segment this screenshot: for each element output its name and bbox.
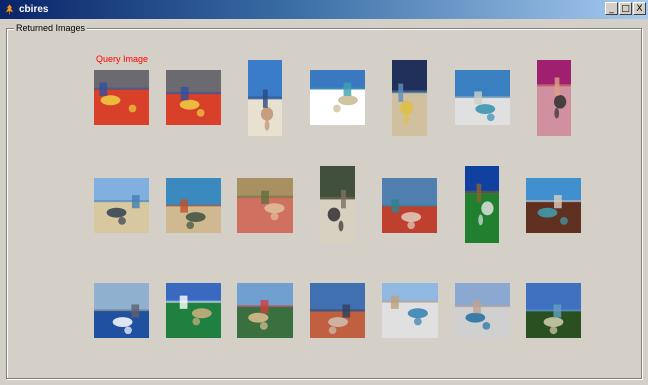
query-image-label: Query Image [95,54,149,64]
beach-kite-image[interactable] [237,283,293,338]
minimize-button[interactable]: _ [605,2,618,15]
beach-clouds-image[interactable] [310,70,365,125]
panel-label: Returned Images [14,22,88,34]
woman-on-sand-image[interactable] [237,178,293,233]
maximize-button[interactable]: □ [619,2,632,15]
market-stall-image[interactable] [166,70,221,125]
coastal-town-image[interactable] [382,178,437,233]
beach-huts-image[interactable] [166,178,221,233]
crowded-bay-image[interactable] [310,283,365,338]
plants-beach-image[interactable] [166,283,221,338]
market-stall-image[interactable] [94,70,149,125]
beach-crowd-image[interactable] [455,70,510,125]
beach-umbrella-image[interactable] [392,60,427,136]
window-title: cbires [19,4,49,15]
window-controls: _ □ X [605,2,646,15]
bay-hotels-image[interactable] [455,283,510,338]
waves-image[interactable] [94,283,149,338]
sunbather-image[interactable] [537,60,571,136]
title-bar: cbires _ □ X [0,0,648,19]
beach-person-image[interactable] [248,60,282,136]
beach-city-image[interactable] [94,178,149,233]
rock-sea-image[interactable] [526,178,581,233]
palm-tree-image[interactable] [465,166,499,243]
close-button[interactable]: X [633,2,646,15]
headland-beach-image[interactable] [526,283,581,338]
city-beach-image[interactable] [382,283,438,338]
rocky-coast-image[interactable] [320,166,355,243]
app-icon [4,4,15,15]
